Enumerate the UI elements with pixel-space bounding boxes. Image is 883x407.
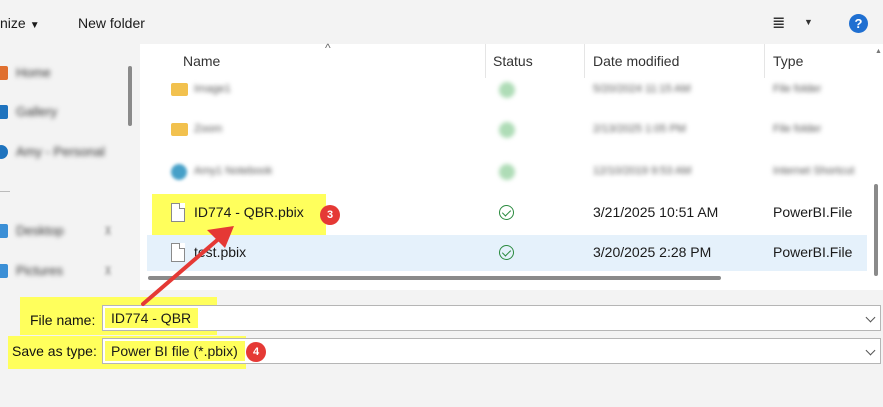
file-type: File folder (773, 83, 822, 95)
horizontal-scrollbar[interactable] (148, 276, 721, 280)
nav-item-label: Amy - Personal (16, 144, 105, 159)
column-header-type[interactable]: Type (773, 53, 803, 69)
list-item[interactable]: Amy1 Notebook 12/10/2019 9:53 AM Interne… (147, 154, 867, 190)
file-type: PowerBI.File (773, 244, 853, 260)
sync-status-icon (499, 122, 515, 138)
nav-item-onedrive[interactable]: Amy - Personal (0, 143, 120, 163)
file-type: Internet Shortcut (773, 165, 855, 177)
command-bar: nize ▼ New folder ≣ ▼ ? (0, 0, 883, 44)
desktop-icon (0, 224, 8, 238)
file-name: Image1 (194, 83, 231, 95)
callout-badge-4: 4 (246, 342, 266, 362)
column-header-status[interactable]: Status (493, 53, 533, 69)
nav-item-label: Pictures (16, 263, 63, 278)
organize-button[interactable]: nize ▼ (0, 15, 40, 31)
column-header-name[interactable]: Name (183, 53, 220, 69)
vertical-scrollbar[interactable] (874, 184, 878, 276)
nav-divider (0, 191, 10, 192)
nav-item-pictures[interactable]: Pictures (0, 262, 120, 282)
synced-check-icon (499, 205, 514, 220)
synced-check-icon (499, 245, 514, 260)
file-date: 3/20/2025 2:28 PM (593, 244, 712, 260)
save-as-type-select[interactable]: Power BI file (*.pbix) (102, 338, 881, 364)
file-type: PowerBI.File (773, 204, 853, 220)
file-name: Zoom (194, 123, 223, 135)
file-name-label: File name: (30, 312, 96, 328)
nav-item-label: Gallery (16, 104, 58, 119)
nav-item-home[interactable]: Home (0, 64, 120, 84)
file-list: ^ Name Status Date modified Type ▲ Image… (140, 41, 883, 290)
nav-item-gallery[interactable]: Gallery (0, 103, 120, 123)
file-date: 3/21/2025 10:51 AM (593, 204, 719, 220)
file-type: File folder (773, 123, 822, 135)
organize-label: nize (0, 15, 26, 31)
callout-badge-3: 3 (320, 205, 340, 225)
pictures-icon (0, 264, 8, 278)
gallery-icon (0, 105, 8, 119)
sync-status-icon (499, 82, 515, 98)
file-name-value: ID774 - QBR (105, 308, 199, 328)
chevron-down-icon[interactable] (865, 312, 876, 323)
sync-status-icon (499, 164, 515, 180)
file-name: Amy1 Notebook (194, 165, 273, 177)
nav-scrollbar[interactable] (128, 66, 132, 126)
file-name: test.pbix (194, 244, 247, 260)
folder-icon (171, 123, 188, 136)
pbix-file-icon (171, 203, 185, 222)
notebook-icon (171, 164, 187, 180)
sort-ascending-icon: ^ (325, 41, 331, 55)
chevron-down-icon[interactable] (865, 345, 876, 356)
file-name-field[interactable]: ID774 - QBR (102, 305, 881, 331)
new-folder-button[interactable]: New folder (78, 15, 145, 31)
home-icon (0, 66, 8, 80)
column-header-date-modified[interactable]: Date modified (593, 53, 679, 69)
nav-item-label: Home (16, 65, 51, 80)
list-item[interactable]: Image1 5/20/2024 11:15 AM File folder (147, 72, 867, 108)
list-item[interactable]: ID774 - QBR.pbix 3/21/2025 10:51 AM Powe… (147, 195, 867, 231)
file-date: 2/13/2025 1:05 PM (593, 123, 686, 135)
list-item[interactable]: Zoom 2/13/2025 1:05 PM File folder (147, 112, 867, 148)
file-date: 5/20/2024 11:15 AM (593, 83, 691, 95)
save-as-type-label: Save as type: (12, 343, 97, 359)
help-button[interactable]: ? (849, 14, 868, 33)
view-options-icon[interactable]: ≣ (772, 13, 785, 33)
folder-icon (171, 83, 188, 96)
pin-icon: ⊼ (104, 226, 113, 238)
view-chevron-down-icon[interactable]: ▼ (804, 17, 813, 27)
chevron-down-icon: ▼ (29, 20, 40, 31)
scroll-up-icon[interactable]: ▲ (875, 48, 882, 55)
list-item-selected[interactable]: test.pbix 3/20/2025 2:28 PM PowerBI.File (147, 235, 867, 271)
pbix-file-icon (171, 243, 185, 262)
onedrive-icon (0, 145, 8, 159)
save-as-type-value: Power BI file (*.pbix) (105, 341, 245, 361)
navigation-pane: Home Gallery Amy - Personal Desktop ⊼ Pi… (0, 44, 140, 290)
file-date: 12/10/2019 9:53 AM (593, 165, 692, 177)
nav-item-desktop[interactable]: Desktop (0, 222, 120, 242)
nav-item-label: Desktop (16, 223, 64, 238)
file-name: ID774 - QBR.pbix (194, 204, 304, 220)
pin-icon: ⊼ (104, 266, 113, 278)
